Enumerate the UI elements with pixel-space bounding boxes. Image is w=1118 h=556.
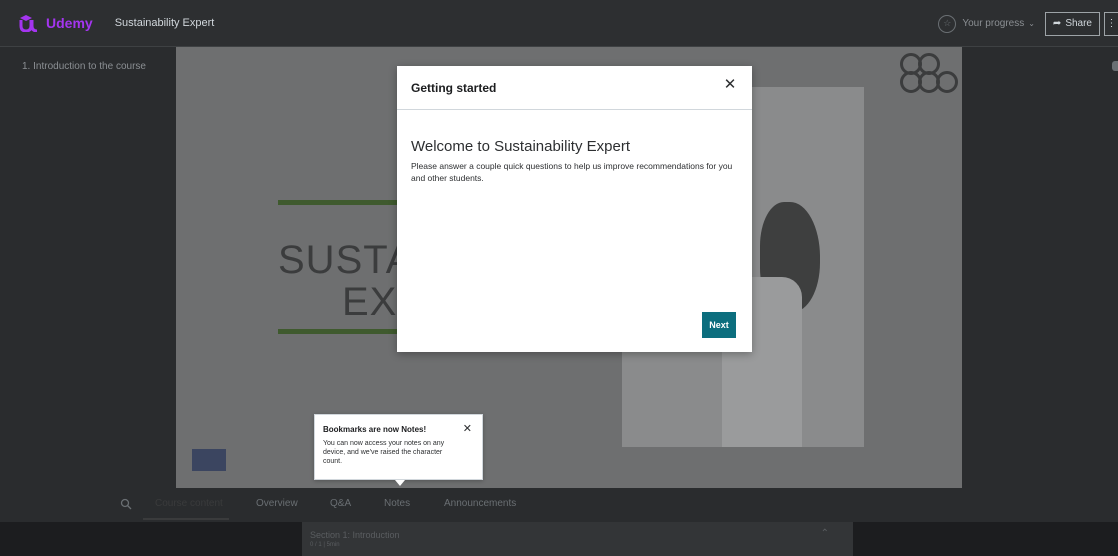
course-title[interactable]: Sustainability Expert <box>115 17 215 29</box>
tab-overview[interactable]: Overview <box>256 498 298 509</box>
tab-course-content[interactable]: Course content <box>155 498 223 509</box>
more-options-button[interactable]: ⋮ <box>1104 11 1118 36</box>
popover-title: Bookmarks are now Notes! <box>323 425 427 434</box>
udemy-logo-icon <box>19 15 38 32</box>
modal-heading: Welcome to Sustainability Expert <box>411 138 630 155</box>
share-icon: ➦ <box>1052 18 1062 29</box>
search-icon[interactable] <box>120 498 132 510</box>
tab-announcements[interactable]: Announcements <box>444 498 516 509</box>
section-title: Section 1: Introduction <box>310 530 400 540</box>
active-tab-indicator <box>143 518 229 520</box>
slide-green-line-bottom <box>278 329 406 334</box>
top-right-controls: ☆ Your progress ⌄ ➦ Share ⋮ <box>938 0 1118 47</box>
modal-title: Getting started <box>411 81 497 95</box>
notes-popover: Bookmarks are now Notes! ✕ You can now a… <box>314 414 483 480</box>
slide-green-line-top <box>278 200 406 205</box>
modal-body: Please answer a couple quick questions t… <box>411 161 733 183</box>
share-label: Share <box>1065 18 1092 29</box>
section-accordion-header[interactable]: Section 1: Introduction 0 / 1 | 5min ⌃ <box>302 522 853 556</box>
sidebar-toggle-icon[interactable] <box>1112 61 1118 71</box>
chevron-up-icon: ⌃ <box>820 528 829 539</box>
trophy-icon: ☆ <box>938 14 957 33</box>
tab-notes[interactable]: Notes <box>384 498 410 509</box>
progress-label: Your progress <box>962 18 1025 29</box>
popover-arrow <box>395 480 405 486</box>
share-button[interactable]: ➦ Share <box>1044 11 1100 36</box>
popover-body: You can now access your notes on any dev… <box>323 440 445 465</box>
top-bar: Udemy Sustainability Expert ☆ Your progr… <box>0 0 1118 47</box>
getting-started-modal: Getting started ✕ Welcome to Sustainabil… <box>397 66 752 352</box>
app-root: Udemy Sustainability Expert ☆ Your progr… <box>0 0 1118 556</box>
section-subtitle: 0 / 1 | 5min <box>310 542 340 548</box>
progress-dropdown[interactable]: ☆ Your progress ⌄ <box>938 14 1035 33</box>
close-icon[interactable]: ✕ <box>722 77 738 93</box>
course-tabs: Course content Overview Q&A Notes Announ… <box>0 488 1118 522</box>
modal-header: Getting started ✕ <box>397 66 752 110</box>
chevron-down-icon: ⌄ <box>1028 19 1035 28</box>
eu-flag-icon <box>192 449 226 471</box>
udemy-logo[interactable]: Udemy <box>18 14 93 32</box>
tab-qa[interactable]: Q&A <box>330 498 351 509</box>
lecture-label: 1. Introduction to the course <box>22 61 146 72</box>
more-icon: ⋮ <box>1106 18 1117 29</box>
logo-text: Udemy <box>46 15 93 31</box>
popover-close-icon[interactable]: ✕ <box>463 422 472 435</box>
next-button[interactable]: Next <box>702 312 736 338</box>
slide-brand-logo <box>898 51 960 101</box>
